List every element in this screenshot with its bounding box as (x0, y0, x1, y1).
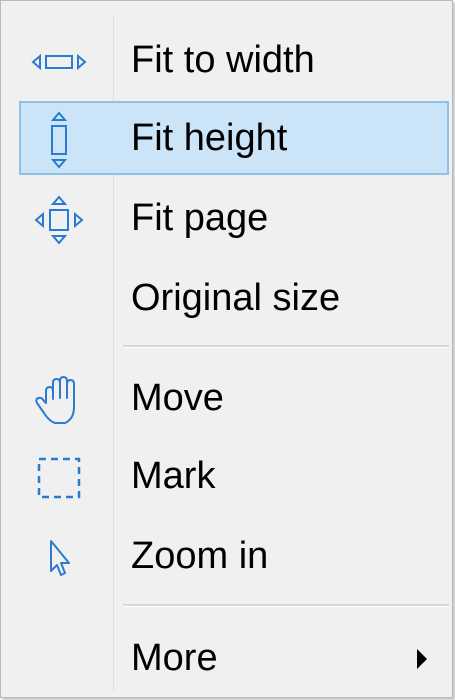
fit-height-icon (29, 111, 89, 169)
menu-separator (123, 345, 449, 348)
menu-item-label: Fit page (131, 197, 269, 239)
menu-item-label: Fit to width (131, 39, 315, 81)
menu-item-mark[interactable]: Mark (19, 439, 449, 513)
hand-icon (29, 376, 89, 424)
menu-separator (123, 604, 449, 607)
menu-item-label: Move (131, 377, 224, 419)
menu-item-fit-to-width[interactable]: Fit to width (19, 23, 449, 97)
submenu-arrow-icon (417, 649, 427, 669)
menu-item-move[interactable]: Move (19, 361, 449, 435)
menu-item-label: Original size (131, 277, 341, 319)
menu-item-zoom-in[interactable]: Zoom in (19, 519, 449, 593)
menu-item-label: Fit height (131, 117, 288, 159)
fit-width-icon (29, 41, 89, 83)
pointer-arrow-icon (29, 537, 89, 579)
context-menu: Fit to width Fit height Fit page Origina… (0, 0, 453, 698)
menu-item-more[interactable]: More (19, 621, 449, 695)
menu-item-fit-page[interactable]: Fit page (19, 181, 449, 255)
menu-item-original-size[interactable]: Original size (19, 261, 449, 335)
menu-item-label: More (131, 637, 218, 679)
menu-item-label: Zoom in (131, 535, 269, 577)
menu-item-fit-height[interactable]: Fit height (19, 101, 449, 175)
menu-item-label: Mark (131, 455, 216, 497)
marquee-select-icon (29, 457, 89, 499)
fit-page-icon (29, 195, 89, 245)
